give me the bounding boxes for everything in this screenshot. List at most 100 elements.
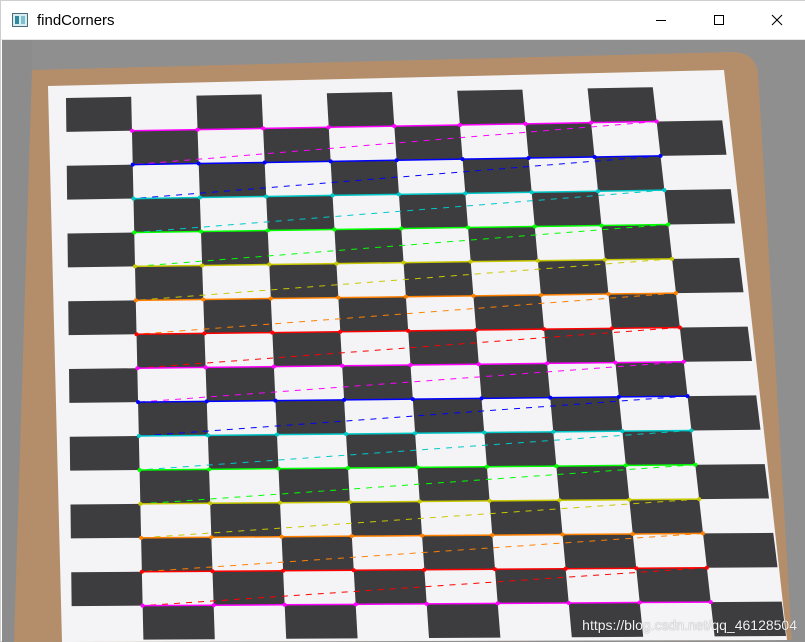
corner-point: [334, 261, 339, 266]
corner-point: [658, 153, 663, 158]
close-button[interactable]: [748, 1, 805, 39]
board-square: [138, 401, 208, 437]
corner-point: [417, 499, 422, 504]
corner-point: [708, 600, 713, 605]
board-square: [269, 263, 339, 299]
corner-point: [270, 330, 275, 335]
corner-point: [490, 533, 495, 538]
corner-point: [199, 229, 203, 234]
corner-point: [697, 497, 702, 502]
corner-point: [471, 293, 476, 298]
corner-point: [554, 464, 559, 469]
app-window: findCorners https://blog.csdn.net/qq_461…: [0, 0, 805, 642]
corner-point: [566, 600, 571, 605]
corner-point: [662, 188, 667, 193]
board-square: [275, 399, 347, 435]
corner-point: [211, 603, 216, 608]
board-square: [210, 502, 282, 538]
corner-point: [476, 362, 481, 367]
board-square: [326, 92, 395, 128]
board-square: [135, 265, 204, 301]
board-square: [133, 197, 201, 233]
board-square: [403, 261, 474, 297]
corner-point: [609, 326, 614, 331]
corner-point: [548, 395, 553, 400]
board-square: [495, 568, 569, 604]
board-square: [196, 94, 264, 130]
corner-point: [264, 194, 269, 199]
corner-point: [139, 569, 144, 574]
board-square: [278, 468, 350, 503]
maximize-icon: [714, 15, 724, 25]
board-square: [473, 294, 545, 331]
corner-point: [406, 328, 411, 333]
board-square: [703, 532, 778, 568]
corner-point: [396, 192, 401, 197]
board-square: [66, 164, 134, 200]
corner-point: [200, 263, 205, 268]
corner-point: [479, 396, 484, 401]
corner-point: [620, 429, 625, 434]
board-square: [263, 127, 331, 163]
corner-point: [347, 500, 352, 505]
corner-point: [265, 228, 270, 233]
corner-point: [394, 158, 399, 163]
board-square: [136, 333, 206, 369]
corner-point: [202, 331, 207, 336]
watermark-text: https://blog.csdn.net/qq_46128504: [582, 617, 797, 633]
corner-point: [670, 256, 675, 261]
corner-point: [634, 566, 639, 571]
corner-point: [466, 225, 470, 230]
corner-point: [136, 434, 141, 439]
corner-point: [133, 264, 138, 269]
corner-point: [689, 428, 694, 433]
corner-point: [529, 190, 534, 195]
corner-point: [415, 465, 420, 470]
corner-point: [336, 295, 341, 300]
board-square: [68, 300, 137, 336]
corner-point: [557, 498, 562, 503]
board-square: [66, 96, 132, 132]
corner-point: [342, 397, 347, 402]
board-square: [462, 158, 532, 194]
board-square: [457, 89, 526, 125]
corner-point: [538, 292, 543, 297]
corner-point: [392, 124, 397, 129]
title-bar[interactable]: findCorners: [1, 1, 805, 40]
corner-point: [273, 398, 278, 403]
corner-point: [328, 159, 333, 164]
corner-point: [140, 603, 145, 608]
corner-point: [197, 195, 202, 200]
board-square: [608, 293, 680, 329]
corner-point: [276, 466, 281, 471]
board-square: [69, 436, 140, 471]
window-controls: [632, 1, 805, 39]
corner-point: [353, 602, 358, 607]
board-square: [601, 224, 673, 260]
corner-point: [563, 566, 568, 571]
corner-point: [493, 567, 497, 572]
corner-point: [274, 432, 279, 437]
minimize-button[interactable]: [632, 1, 690, 39]
board-square: [587, 87, 657, 123]
corner-point: [338, 329, 343, 334]
maximize-button[interactable]: [690, 1, 748, 39]
board-square: [489, 500, 563, 536]
corner-point: [523, 121, 528, 126]
board-square: [562, 533, 637, 569]
chessboard-image: [2, 40, 805, 642]
corner-point: [137, 467, 142, 472]
board-square: [281, 536, 354, 571]
board-square: [679, 326, 752, 362]
board-square: [636, 567, 711, 603]
corner-point: [413, 431, 418, 436]
board-square: [408, 330, 479, 365]
corner-point: [589, 120, 594, 125]
corner-point: [693, 462, 698, 467]
board-square: [334, 228, 404, 264]
corner-point: [602, 257, 607, 262]
corner-point: [326, 125, 331, 130]
corner-point: [627, 497, 632, 502]
board-square: [417, 466, 490, 502]
corner-point: [422, 567, 427, 572]
